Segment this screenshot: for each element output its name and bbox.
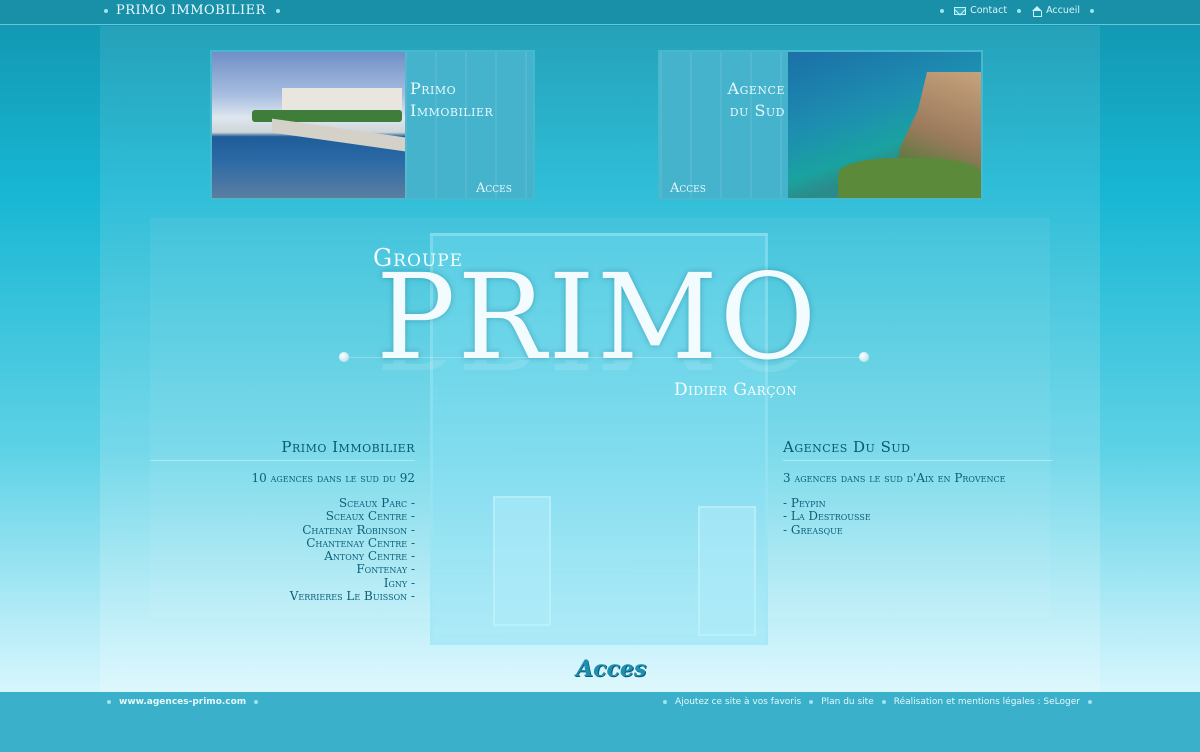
list-item[interactable]: Chantenay Centre -	[150, 536, 415, 550]
photo-buildings	[282, 88, 402, 110]
bullet-dot	[1017, 8, 1022, 13]
legal-link[interactable]: Réalisation et mentions légales : SeLoge…	[894, 697, 1080, 707]
footer: www.agences-primo.com Ajoutez ce site à …	[0, 692, 1200, 752]
bullet-dot	[809, 700, 814, 704]
column-subtitle: 3 agences dans le sud d'Aix en Provence	[783, 471, 1006, 485]
bullet-dot	[1088, 700, 1092, 704]
primo-immobilier-column: Primo Immobilier 10 agences dans le sud …	[150, 438, 415, 603]
logo-groupe: Groupe	[373, 244, 464, 272]
home-link[interactable]: Accueil	[1031, 5, 1080, 17]
site-brand: PRIMO IMMOBILIER	[104, 3, 280, 18]
banner-title-line1: Agence	[727, 79, 785, 98]
bullet-dot	[940, 8, 945, 13]
list-item[interactable]: - Greasque	[783, 523, 1053, 537]
list-item[interactable]: Chatenay Robinson -	[150, 523, 415, 537]
photo-vegetation	[838, 158, 981, 198]
home-icon	[1031, 5, 1043, 17]
photo-quay	[272, 118, 405, 152]
banner-title-line2: Immobilier	[410, 101, 494, 120]
bullet-dot	[881, 700, 886, 704]
facade-overlay	[660, 52, 790, 198]
bullet-dot	[663, 700, 668, 704]
contact-label: Contact	[970, 5, 1008, 16]
banner-title: Primo Immobilier	[410, 78, 493, 122]
list-item[interactable]: Igny -	[150, 576, 415, 590]
facade-overlay	[405, 52, 533, 198]
main-access-button[interactable]: Acces	[576, 656, 646, 682]
logo-subtitle: Didier Garçon	[674, 380, 798, 400]
banner-title-line1: Primo	[410, 79, 457, 98]
banner-access-link[interactable]: Acces	[476, 181, 512, 196]
agency-list: - Peypin - La Destrousse - Greasque	[783, 496, 1053, 537]
column-subtitle: 10 agences dans le sud du 92	[251, 471, 416, 485]
list-item[interactable]: - Peypin	[783, 496, 1053, 510]
add-favorites-link[interactable]: Ajoutez ce site à vos favoris	[675, 697, 801, 707]
banner-agence-du-sud[interactable]: Agence du Sud Acces	[658, 50, 983, 200]
agences-du-sud-column: Agences Du Sud 3 agences dans le sud d'A…	[783, 438, 1053, 537]
contact-link[interactable]: Contact	[954, 5, 1007, 16]
top-nav: Contact Accueil	[940, 5, 1094, 17]
banner-primo-immobilier[interactable]: Primo Immobilier Acces	[210, 50, 535, 200]
site-url-link[interactable]: www.agences-primo.com	[119, 697, 246, 707]
list-item[interactable]: Verrieres Le Buisson -	[150, 589, 415, 603]
home-label: Accueil	[1046, 5, 1080, 16]
logo-ornament	[339, 352, 349, 362]
footer-links: Ajoutez ce site à vos favoris Plan du si…	[663, 697, 1092, 707]
building-window	[493, 496, 551, 626]
list-item[interactable]: - La Destrousse	[783, 509, 1053, 523]
list-item[interactable]: Antony Centre -	[150, 549, 415, 563]
river-photo	[212, 52, 405, 198]
building-window	[698, 506, 756, 636]
list-item[interactable]: Sceaux Parc -	[150, 496, 415, 510]
bullet-dot	[254, 700, 259, 704]
bullet-dot	[104, 8, 108, 13]
bullet-dot	[107, 700, 111, 704]
agency-list: Sceaux Parc - Sceaux Centre - Chatenay R…	[150, 496, 415, 603]
coast-photo	[788, 52, 981, 198]
column-heading: Agences Du Sud	[783, 438, 1053, 461]
mail-icon	[954, 6, 967, 15]
top-bar: PRIMO IMMOBILIER Contact Accueil	[0, 0, 1200, 25]
column-heading: Primo Immobilier	[150, 438, 415, 461]
bullet-dot	[1090, 8, 1094, 13]
list-item[interactable]: Sceaux Centre -	[150, 509, 415, 523]
logo-ornament	[859, 352, 869, 362]
sitemap-link[interactable]: Plan du site	[821, 697, 874, 707]
brand-label: PRIMO IMMOBILIER	[116, 3, 266, 18]
banner-title: Agence du Sud	[700, 78, 785, 122]
banner-access-link[interactable]: Acces	[670, 181, 706, 196]
list-item[interactable]: Fontenay -	[150, 563, 415, 577]
footer-site: www.agences-primo.com	[107, 697, 259, 707]
banner-title-line2: du Sud	[729, 101, 785, 120]
bullet-dot	[275, 8, 280, 13]
